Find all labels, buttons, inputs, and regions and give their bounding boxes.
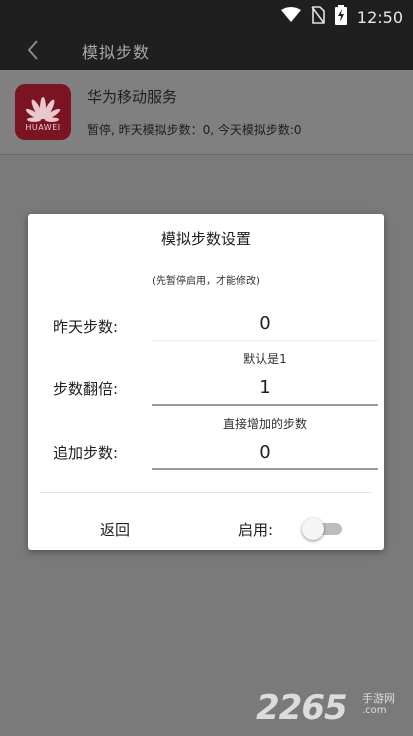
- multiplier-hint: 默认是1: [243, 352, 287, 366]
- dialog-title: 模拟步数设置: [160, 230, 251, 248]
- battery-charging-icon: [334, 5, 347, 29]
- add-steps-label: 追加步数:: [53, 444, 119, 462]
- yesterday-steps-input[interactable]: 0: [152, 313, 378, 334]
- return-button[interactable]: 返回: [100, 519, 130, 540]
- enable-switch[interactable]: [302, 518, 342, 540]
- enable-label: 启用:: [238, 521, 274, 539]
- add-steps-hint: 直接增加的步数: [222, 417, 307, 431]
- dialog-divider: [40, 492, 372, 493]
- page-title: 模拟步数: [82, 43, 151, 62]
- multiplier-label: 步数翻倍:: [53, 380, 119, 398]
- service-status: 暂停, 昨天模拟步数：0, 今天模拟步数:0: [87, 123, 302, 137]
- dialog-hint: (先暂停启用，才能修改): [152, 276, 260, 287]
- logo-text: HUAWEI: [25, 123, 61, 132]
- toolbar: 模拟步数: [0, 30, 413, 70]
- add-steps-input[interactable]: 0: [152, 442, 378, 463]
- service-list-item[interactable]: HUAWEI 华为移动服务 暂停, 昨天模拟步数：0, 今天模拟步数:0: [0, 70, 413, 155]
- yesterday-steps-underline: [152, 340, 378, 341]
- chevron-left-icon: [27, 40, 38, 60]
- watermark-number: 2265: [256, 688, 348, 728]
- multiplier-input[interactable]: 1: [152, 377, 378, 398]
- no-sim-icon: [311, 6, 325, 28]
- status-bar: 12:50: [0, 0, 413, 30]
- status-icons: 12:50: [280, 5, 403, 29]
- multiplier-underline: [152, 404, 378, 406]
- huawei-logo: HUAWEI: [15, 84, 71, 140]
- wifi-icon: [280, 7, 301, 27]
- step-settings-dialog: 模拟步数设置 (先暂停启用，才能修改) 昨天步数: 0 默认是1 步数翻倍: 1…: [28, 214, 384, 550]
- back-button[interactable]: [22, 37, 46, 63]
- service-name: 华为移动服务: [87, 88, 178, 106]
- watermark-domain: .com: [362, 705, 387, 716]
- add-steps-underline: [152, 468, 378, 470]
- watermark-site: 手游网: [362, 692, 395, 705]
- switch-thumb: [302, 518, 324, 540]
- status-time: 12:50: [356, 7, 403, 27]
- yesterday-steps-label: 昨天步数:: [53, 318, 119, 336]
